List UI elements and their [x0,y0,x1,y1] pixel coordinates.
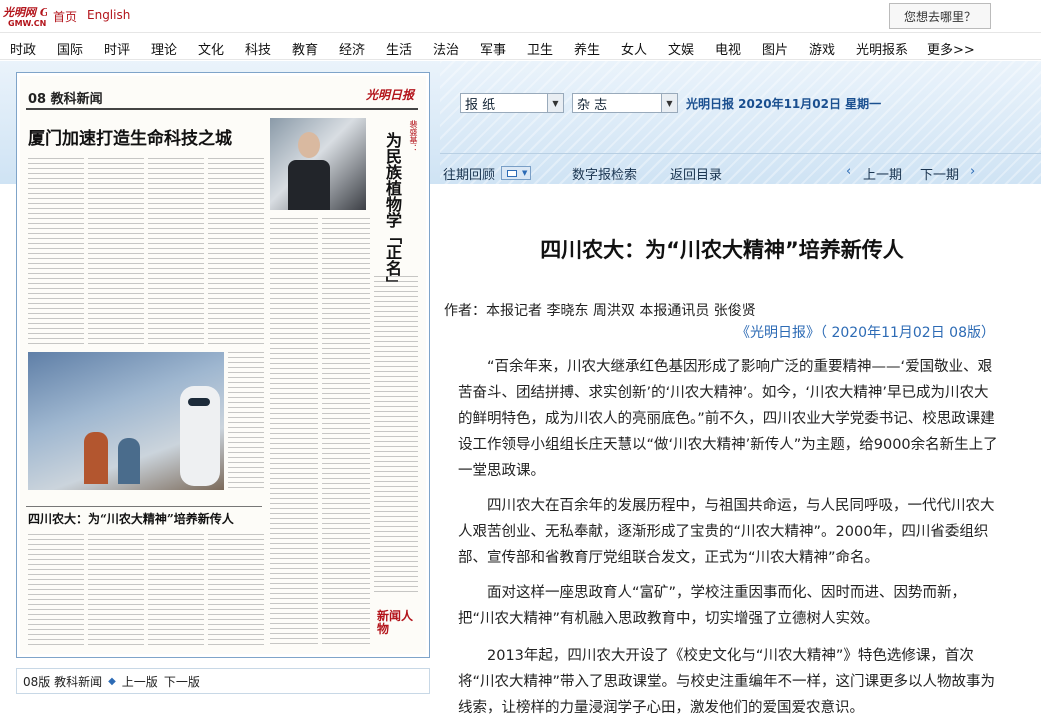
page-vertical-headline[interactable]: 为民族植物学「正名」 [377,132,402,292]
nav-item[interactable]: 时评 [104,39,130,58]
page-vertical-sub: 裴盛基： [409,120,418,152]
page-headline[interactable]: 厦门加速打造生命科技之城 [28,124,232,149]
nav-item[interactable]: 文化 [198,39,224,58]
page-label: 08版 教科新闻 [23,674,103,689]
nav-item[interactable]: 国际 [57,39,83,58]
article-title: 四川农大：为“川农大精神”培养新传人 [540,238,904,262]
article-paragraph: 面对这样一座思政育人“富矿”，学校注重因事而化、因时而进、因势而新，把“川农大精… [458,585,967,627]
next-page-link[interactable]: 下一版 [164,673,200,690]
article-authors: 作者：本报记者 李晓东 周洪双 本报通讯员 张俊贤 [444,303,756,319]
page-brand: 光明日报 [366,88,415,102]
svg-text:GMW.CN: GMW.CN [8,19,46,28]
band-divider [440,153,1041,154]
page-text-block[interactable] [208,534,264,648]
gmw-logo[interactable]: 光明网 GMW.CN GMW.CN [2,4,47,28]
article-paragraph: 四川农大在百余年的发展历程中，与祖国共命运，与人民同呼吸，一代代川农大人艰苦创业… [458,498,995,566]
nav-item-more[interactable]: 更多>> [927,39,975,58]
chevron-down-icon: ▼ [522,169,528,177]
back-review-link[interactable]: 往期回顾 [443,164,495,183]
back-to-list-link[interactable]: 返回目录 [670,164,722,183]
page-text-block[interactable] [270,218,318,648]
page-text-block[interactable] [208,158,264,348]
magazine-select-value: 杂 志 [577,97,608,113]
page-pager: 08版 教科新闻 ◆ 上一版 下一版 [16,668,430,694]
page-head-rule [26,108,418,110]
page-text-block[interactable] [148,534,204,648]
nav-item[interactable]: 文娱 [668,39,694,58]
paper-date-info: 光明日报 2020年11月02日 星期一 [686,97,882,111]
page-headline-sichuan[interactable]: 四川农大：为“川农大精神”培养新传人 [28,510,234,527]
magazine-select[interactable]: 杂 志 ▼ [572,93,678,113]
page-text-block[interactable] [88,158,144,348]
page-text-block[interactable] [28,534,84,648]
chevron-down-icon: ▼ [661,94,677,112]
digital-search-link[interactable]: 数字报检索 [572,164,637,183]
nav-item[interactable]: 时政 [10,39,36,58]
where-to-go-button[interactable]: 您想去哪里？ [889,3,991,29]
page-text-block[interactable] [228,352,264,492]
prev-page-icon: ◆ [108,675,116,687]
channel-nav: 时政 国际 时评 理论 文化 科技 教育 经济 生活 法治 军事 卫生 养生 女… [0,32,1041,60]
page-text-block[interactable] [374,276,418,596]
article-paragraph: “百余年来，川农大继承红色基因形成了影响广泛的重要精神——‘爱国敬业、艰苦奋斗、… [458,359,998,479]
news-figure-label: 新闻人物 [377,609,414,636]
english-link[interactable]: English [87,8,130,22]
nav-item[interactable]: 卫生 [527,39,553,58]
page-text-block[interactable] [88,534,144,648]
child-figure [118,438,140,484]
nav-item[interactable]: 科技 [245,39,271,58]
nav-item[interactable]: 养生 [574,39,600,58]
child-figure [84,432,108,484]
page-text-block[interactable] [28,158,84,348]
nav-item[interactable]: 图片 [762,39,788,58]
home-link[interactable]: 首页 [53,8,77,25]
prev-page-link[interactable]: 上一版 [122,673,158,690]
robot-visor [188,398,210,406]
article-source[interactable]: 《光明日报》（ 2020年11月02日 08版） [736,322,995,342]
nav-item[interactable]: 光明报系 [856,39,908,58]
page-rule [26,506,262,507]
nav-item[interactable]: 经济 [339,39,365,58]
chevron-left-icon: ‹ [846,164,852,179]
portrait-body [288,160,330,210]
newspaper-page-image[interactable]: 08 教科新闻 光明日报 厦门加速打造生命科技之城 为民族植物学「正名」 裴盛基… [20,76,426,654]
next-issue-link[interactable]: 下一期 [920,164,959,183]
top-bar: 光明网 GMW.CN GMW.CN 首页 English 您想去哪里？ [0,0,1041,32]
nav-item[interactable]: 女人 [621,39,647,58]
nav-item[interactable]: 游戏 [809,39,835,58]
newspaper-select[interactable]: 报 纸 ▼ [460,93,564,113]
chevron-right-icon: › [970,164,976,179]
page-section-head: 08 教科新闻 [28,92,103,107]
chevron-down-icon: ▼ [547,94,563,112]
page-text-block[interactable] [322,218,370,648]
nav-item[interactable]: 教育 [292,39,318,58]
prev-issue-link[interactable]: 上一期 [863,164,902,183]
calendar-dropdown-button[interactable]: ▼ [501,166,531,180]
article-paragraph: 2013年起，四川农大开设了《校史文化与“川农大精神”》特色选修课，首次将“川农… [458,648,996,716]
nav-item[interactable]: 法治 [433,39,459,58]
portrait-face [298,132,320,158]
newspaper-select-value: 报 纸 [465,97,496,113]
nav-item[interactable]: 军事 [480,39,506,58]
calendar-icon [507,170,517,177]
nav-item[interactable]: 电视 [715,39,741,58]
nav-item[interactable]: 生活 [386,39,412,58]
logo-text: 光明网 GMW.CN [2,6,47,19]
page-text-block[interactable] [148,158,204,348]
nav-item[interactable]: 理论 [151,39,177,58]
